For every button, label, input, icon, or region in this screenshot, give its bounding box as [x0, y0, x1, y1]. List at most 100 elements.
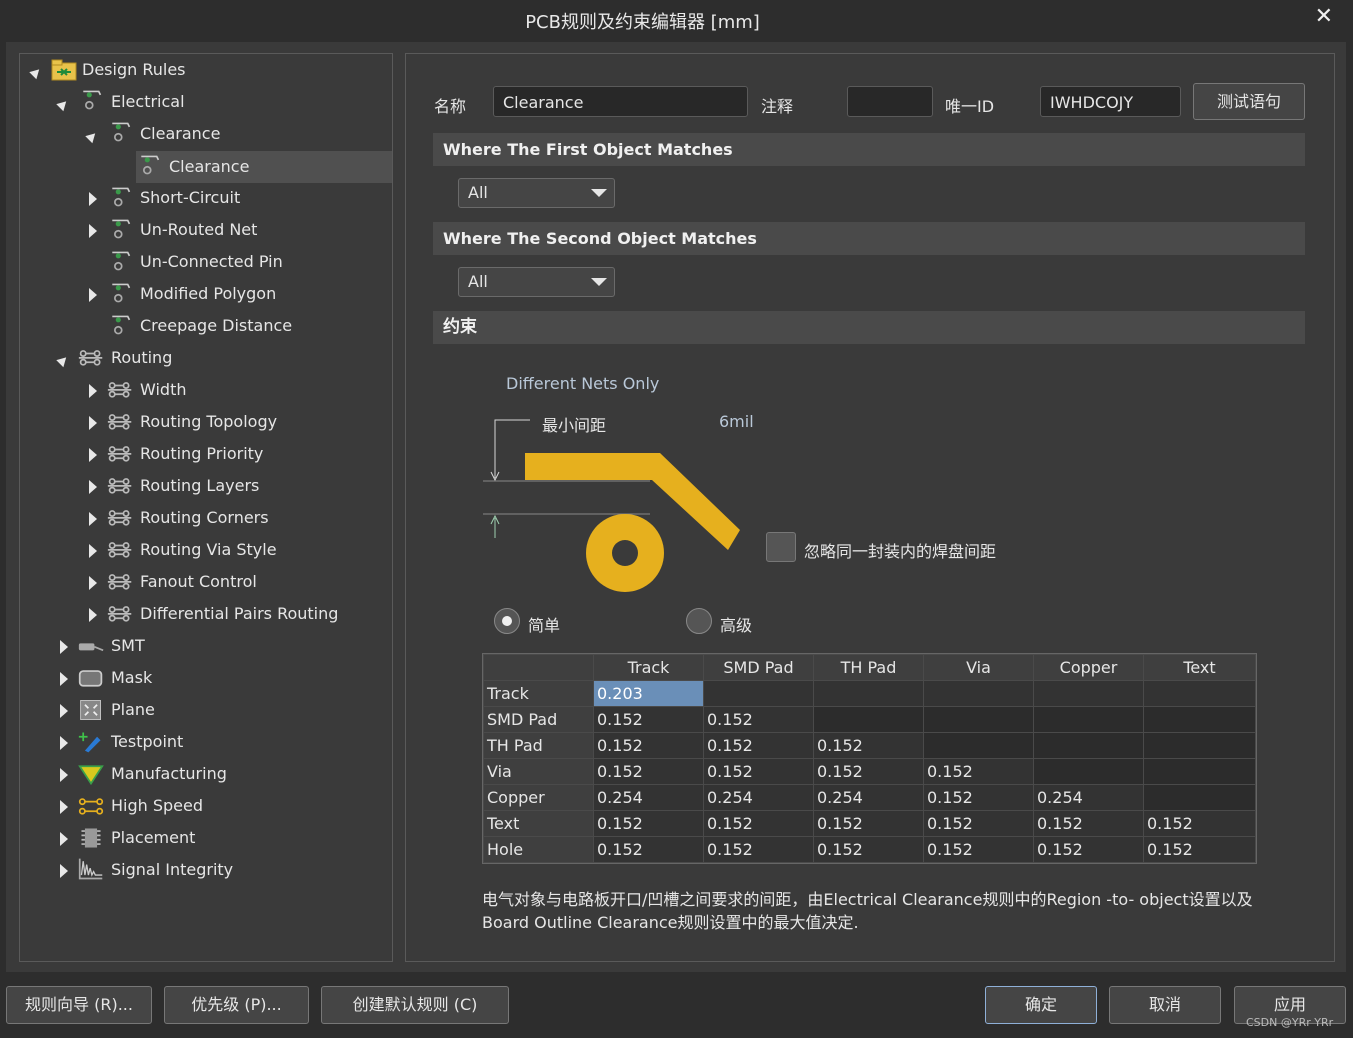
tree-item-routing-topology[interactable]: Routing Topology — [140, 406, 277, 436]
first-object-dropdown[interactable]: All — [458, 178, 615, 208]
collapsed-arrow-icon[interactable] — [60, 672, 68, 686]
tree-item-routing-layers[interactable]: Routing Layers — [140, 470, 259, 500]
matrix-cell[interactable]: 0.152 — [593, 758, 704, 785]
test-query-button[interactable]: 测试语句 — [1193, 83, 1305, 120]
matrix-cell[interactable]: 0.254 — [813, 784, 924, 811]
expanded-arrow-icon[interactable] — [29, 65, 43, 80]
tree-item-mask[interactable]: Mask — [111, 662, 152, 692]
close-icon[interactable]: ✕ — [1315, 4, 1333, 29]
tree-item-un-connected-pin[interactable]: Un-Connected Pin — [140, 246, 283, 276]
matrix-cell[interactable]: 0.152 — [923, 784, 1034, 811]
matrix-cell[interactable]: 0.152 — [703, 758, 814, 785]
tree-item-manufacturing[interactable]: Manufacturing — [111, 758, 227, 788]
matrix-cell[interactable] — [813, 680, 924, 707]
collapsed-arrow-icon[interactable] — [60, 864, 68, 878]
matrix-cell[interactable] — [703, 680, 814, 707]
collapsed-arrow-icon[interactable] — [89, 608, 97, 622]
tree-item-routing-via-style[interactable]: Routing Via Style — [140, 534, 277, 564]
tree-item-smt[interactable]: SMT — [111, 630, 145, 660]
expanded-arrow-icon[interactable] — [85, 129, 99, 144]
matrix-cell[interactable]: 0.152 — [1033, 810, 1144, 837]
collapsed-arrow-icon[interactable] — [89, 416, 97, 430]
tree-item-plane[interactable]: Plane — [111, 694, 155, 724]
matrix-cell[interactable]: 0.152 — [813, 732, 924, 759]
cancel-button[interactable]: 取消 — [1109, 986, 1221, 1024]
collapsed-arrow-icon[interactable] — [60, 800, 68, 814]
min-clearance-value[interactable]: 6mil — [719, 412, 754, 431]
tree-item-high-speed[interactable]: High Speed — [111, 790, 203, 820]
second-object-dropdown[interactable]: All — [458, 267, 615, 297]
advanced-radio[interactable] — [686, 608, 712, 634]
tree-item-un-routed-net[interactable]: Un-Routed Net — [140, 214, 257, 244]
comment-input[interactable] — [847, 86, 933, 117]
tree-item-routing-priority[interactable]: Routing Priority — [140, 438, 263, 468]
nets-mode-link[interactable]: Different Nets Only — [506, 374, 659, 393]
rules-tree: Design Rules Electrical Clearance Cleara… — [19, 53, 393, 962]
create-default-rules-button[interactable]: 创建默认规则 (C) — [321, 986, 509, 1024]
matrix-cell[interactable]: 0.254 — [593, 784, 704, 811]
matrix-cell[interactable]: 0.152 — [593, 836, 704, 863]
tree-item-electrical[interactable]: Electrical — [111, 86, 185, 116]
matrix-cell[interactable]: 0.254 — [703, 784, 814, 811]
matrix-cell[interactable]: 0.152 — [1143, 810, 1256, 837]
tree-item-design-rules[interactable]: Design Rules — [82, 54, 186, 84]
matrix-cell[interactable]: 0.152 — [703, 836, 814, 863]
matrix-cell[interactable]: 0.152 — [1143, 836, 1256, 863]
collapsed-arrow-icon[interactable] — [60, 640, 68, 654]
matrix-cell[interactable]: 0.152 — [813, 758, 924, 785]
matrix-cell[interactable]: 0.152 — [593, 706, 704, 733]
collapsed-arrow-icon[interactable] — [60, 736, 68, 750]
tree-item-short-circuit[interactable]: Short-Circuit — [140, 182, 240, 212]
matrix-cell[interactable]: 0.203 — [593, 680, 704, 707]
tree-item-clearance-group[interactable]: Clearance — [140, 118, 220, 148]
matrix-cell[interactable]: 0.152 — [703, 732, 814, 759]
rule-wizard-button[interactable]: 规则向导 (R)... — [6, 986, 152, 1024]
collapsed-arrow-icon[interactable] — [89, 448, 97, 462]
collapsed-arrow-icon[interactable] — [89, 192, 97, 206]
expanded-arrow-icon[interactable] — [56, 353, 70, 368]
name-input[interactable]: Clearance — [493, 86, 748, 117]
collapsed-arrow-icon[interactable] — [89, 480, 97, 494]
unique-id-input[interactable]: IWHDCOJY — [1040, 86, 1181, 117]
matrix-cell[interactable]: 0.152 — [923, 758, 1034, 785]
matrix-cell[interactable]: 0.152 — [923, 810, 1034, 837]
ignore-pads-checkbox[interactable] — [766, 532, 796, 562]
collapsed-arrow-icon[interactable] — [89, 288, 97, 302]
testpoint-icon — [78, 732, 101, 753]
collapsed-arrow-icon[interactable] — [89, 544, 97, 558]
ok-button[interactable]: 确定 — [985, 986, 1097, 1024]
collapsed-arrow-icon[interactable] — [89, 576, 97, 590]
matrix-cell[interactable]: 0.254 — [1033, 784, 1144, 811]
collapsed-arrow-icon[interactable] — [60, 832, 68, 846]
matrix-row-header: TH Pad — [483, 732, 594, 759]
tree-item-placement[interactable]: Placement — [111, 822, 195, 852]
collapsed-arrow-icon[interactable] — [60, 768, 68, 782]
matrix-cell[interactable]: 0.152 — [813, 810, 924, 837]
tree-item-routing-corners[interactable]: Routing Corners — [140, 502, 269, 532]
priority-button[interactable]: 优先级 (P)... — [164, 986, 309, 1024]
matrix-cell[interactable]: 0.152 — [1033, 836, 1144, 863]
matrix-cell[interactable]: 0.152 — [923, 836, 1034, 863]
matrix-cell[interactable]: 0.152 — [703, 706, 814, 733]
matrix-cell[interactable] — [1033, 680, 1144, 707]
tree-item-modified-polygon[interactable]: Modified Polygon — [140, 278, 276, 308]
tree-item-creepage-distance[interactable]: Creepage Distance — [140, 310, 292, 340]
matrix-cell[interactable]: 0.152 — [593, 732, 704, 759]
tree-item-width[interactable]: Width — [140, 374, 186, 404]
collapsed-arrow-icon[interactable] — [89, 224, 97, 238]
collapsed-arrow-icon[interactable] — [60, 704, 68, 718]
tree-item-signal-integrity[interactable]: Signal Integrity — [111, 854, 233, 884]
matrix-cell[interactable]: 0.152 — [703, 810, 814, 837]
matrix-cell[interactable]: 0.152 — [813, 836, 924, 863]
tree-item-fanout-control[interactable]: Fanout Control — [140, 566, 257, 596]
collapsed-arrow-icon[interactable] — [89, 384, 97, 398]
matrix-cell[interactable]: 0.152 — [593, 810, 704, 837]
tree-item-testpoint[interactable]: Testpoint — [111, 726, 183, 756]
collapsed-arrow-icon[interactable] — [89, 512, 97, 526]
expanded-arrow-icon[interactable] — [56, 97, 70, 112]
tree-item-routing[interactable]: Routing — [111, 342, 172, 372]
matrix-cell[interactable] — [1143, 680, 1256, 707]
simple-radio[interactable] — [494, 608, 520, 634]
tree-item-differential-pairs-routing[interactable]: Differential Pairs Routing — [140, 598, 338, 628]
matrix-cell[interactable] — [923, 680, 1034, 707]
